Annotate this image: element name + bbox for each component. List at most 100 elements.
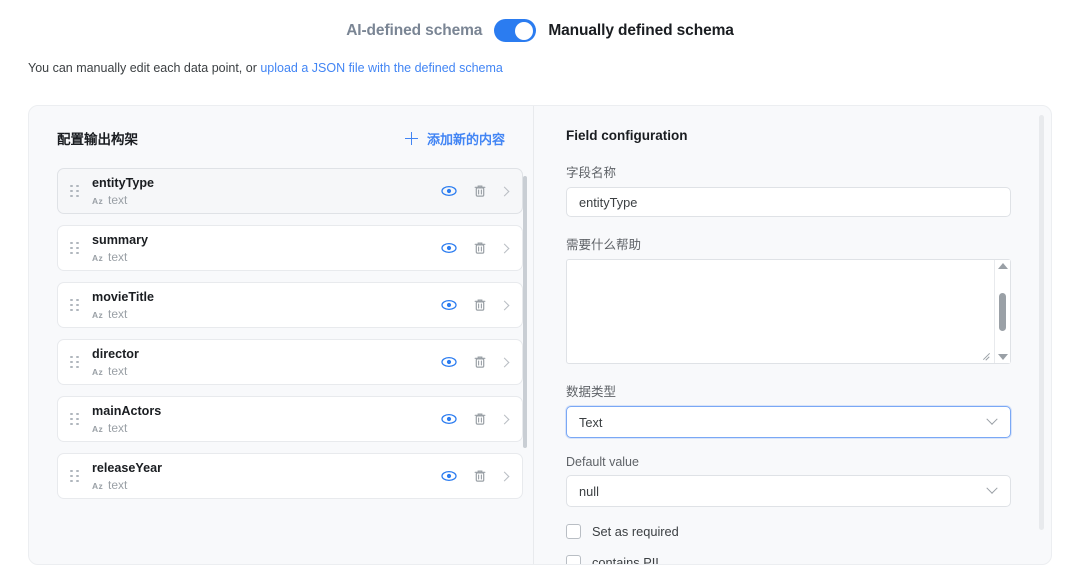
manually-defined-schema-label[interactable]: Manually defined schema <box>548 22 734 40</box>
field-list-scrollbar[interactable] <box>523 176 527 448</box>
scrollbar-thumb[interactable] <box>999 292 1006 331</box>
checkbox-icon[interactable] <box>566 524 581 539</box>
field-row-text: releaseYear Az text <box>92 459 441 493</box>
row-actions <box>441 297 510 313</box>
az-text-icon: Az <box>92 253 103 263</box>
resize-grip-icon[interactable] <box>982 351 991 360</box>
field-row-name: movieTitle <box>92 290 155 304</box>
default-value-select[interactable]: null <box>566 475 1011 507</box>
drag-handle-icon[interactable] <box>70 184 80 198</box>
field-configuration-title: Field configuration <box>566 128 688 143</box>
trash-icon[interactable] <box>472 468 488 484</box>
field-row-name: director <box>92 347 139 361</box>
field-row-type-label: text <box>108 421 128 435</box>
trash-icon[interactable] <box>472 240 488 256</box>
eye-icon[interactable] <box>441 240 457 256</box>
data-type-select[interactable]: Text <box>566 406 1011 438</box>
data-type-label: 数据类型 <box>566 385 617 399</box>
add-new-field-button[interactable]: 添加新的内容 <box>404 129 505 148</box>
scroll-down-arrow-icon[interactable] <box>997 354 1008 360</box>
field-row-type-label: text <box>108 307 128 321</box>
plus-icon <box>404 131 418 145</box>
chevron-right-icon[interactable] <box>499 471 510 481</box>
row-actions <box>441 354 510 370</box>
schema-fields-pane: 配置输出构架 添加新的内容 entityType Az text summary Az t… <box>29 106 534 564</box>
checkbox-label: contains PII <box>592 555 659 565</box>
schema-mode-toggle-header: AI-defined schema Manually defined schem… <box>0 0 1080 42</box>
field-row-type-label: text <box>108 364 128 378</box>
eye-icon[interactable] <box>441 297 457 313</box>
az-text-icon: Az <box>92 481 103 491</box>
checkbox-row[interactable]: contains PII <box>566 555 1011 565</box>
field-row-type-label: text <box>108 193 128 207</box>
trash-icon[interactable] <box>472 411 488 427</box>
az-text-icon: Az <box>92 196 103 206</box>
chevron-right-icon[interactable] <box>499 357 510 367</box>
field-row-type: Az text <box>92 364 441 379</box>
chevron-right-icon[interactable] <box>499 414 510 424</box>
schema-field-list[interactable]: entityType Az text summary Az text movieTitle A… <box>57 168 523 564</box>
chevron-right-icon[interactable] <box>499 186 510 196</box>
drag-handle-icon[interactable] <box>70 241 80 255</box>
ai-defined-schema-label[interactable]: AI-defined schema <box>346 22 482 40</box>
drag-handle-icon[interactable] <box>70 298 80 312</box>
schema-editor-card: 配置输出构架 添加新的内容 entityType Az text summary Az t… <box>28 105 1052 565</box>
drag-handle-icon[interactable] <box>70 355 80 369</box>
field-configuration-pane: Field configuration 字段名称 entityType 需要什么… <box>534 106 1051 564</box>
field-row-text: entityType Az text <box>92 174 441 208</box>
field-row-name: releaseYear <box>92 461 163 475</box>
az-text-icon: Az <box>92 310 103 320</box>
eye-icon[interactable] <box>441 183 457 199</box>
field-row-type: Az text <box>92 250 441 265</box>
table-row[interactable]: mainActors Az text <box>57 396 523 442</box>
data-type-value: Text <box>579 414 603 430</box>
field-description-textarea[interactable] <box>566 259 1011 364</box>
checkbox-icon[interactable] <box>566 555 581 564</box>
field-name-label: 字段名称 <box>566 166 617 180</box>
add-new-field-label: 添加新的内容 <box>426 131 505 147</box>
az-text-icon: Az <box>92 424 103 434</box>
table-row[interactable]: releaseYear Az text <box>57 453 523 499</box>
default-value-value: null <box>579 483 599 499</box>
schema-mode-switch[interactable] <box>494 19 537 42</box>
row-actions <box>441 411 510 427</box>
textarea-scrollbar[interactable] <box>994 260 1010 363</box>
field-row-text: mainActors Az text <box>92 402 441 436</box>
table-row[interactable]: movieTitle Az text <box>57 282 523 328</box>
default-value-group: Default value null <box>566 455 1011 507</box>
table-row[interactable]: director Az text <box>57 339 523 385</box>
chevron-down-icon <box>986 413 998 425</box>
trash-icon[interactable] <box>472 354 488 370</box>
eye-icon[interactable] <box>441 468 457 484</box>
checkbox-row[interactable]: Set as required <box>566 524 1011 539</box>
checkbox-label: Set as required <box>592 524 679 539</box>
table-row[interactable]: summary Az text <box>57 225 523 271</box>
default-value-label: Default value <box>566 455 639 469</box>
field-row-type: Az text <box>92 421 441 436</box>
drag-handle-icon[interactable] <box>70 469 80 483</box>
chevron-right-icon[interactable] <box>499 300 510 310</box>
table-row[interactable]: entityType Az text <box>57 168 523 214</box>
subtitle-text: You can manually edit each data point, o… <box>28 61 261 75</box>
field-name-input[interactable]: entityType <box>566 187 1011 217</box>
field-row-text: director Az text <box>92 345 441 379</box>
chevron-down-icon <box>986 482 998 494</box>
eye-icon[interactable] <box>441 411 457 427</box>
scroll-up-arrow-icon[interactable] <box>997 263 1008 269</box>
eye-icon[interactable] <box>441 354 457 370</box>
field-row-type-label: text <box>108 478 128 492</box>
az-text-icon: Az <box>92 367 103 377</box>
chevron-right-icon[interactable] <box>499 243 510 253</box>
field-description-label: 需要什么帮助 <box>566 238 642 252</box>
field-configuration-scrollbar[interactable] <box>1039 115 1044 530</box>
upload-json-link[interactable]: upload a JSON file with the defined sche… <box>260 61 503 75</box>
data-type-group: 数据类型 Text <box>566 381 1011 438</box>
trash-icon[interactable] <box>472 183 488 199</box>
drag-handle-icon[interactable] <box>70 412 80 426</box>
field-row-type-label: text <box>108 250 128 264</box>
row-actions <box>441 240 510 256</box>
row-actions <box>441 468 510 484</box>
trash-icon[interactable] <box>472 297 488 313</box>
field-row-name: summary <box>92 233 149 247</box>
row-actions <box>441 183 510 199</box>
